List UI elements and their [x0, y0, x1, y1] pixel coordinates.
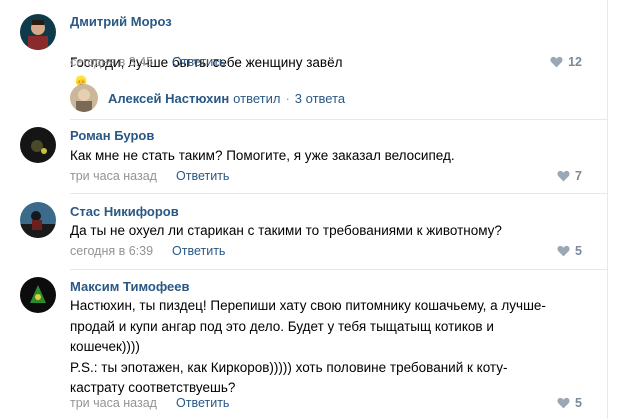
comment-author[interactable]: Дмитрий Мороз: [70, 14, 172, 29]
reply-verb: ответил: [233, 90, 281, 106]
avatar[interactable]: [20, 127, 56, 163]
comment-author[interactable]: Стас Никифоров: [70, 204, 179, 219]
reply-button[interactable]: Ответить: [176, 169, 229, 183]
like-count: 7: [575, 169, 582, 183]
comment-text: Настюхин, ты пиздец! Перепиши хату свою …: [70, 298, 546, 395]
replies-count-link[interactable]: 3 ответа: [295, 91, 345, 106]
reply-button[interactable]: Ответить: [172, 55, 225, 69]
avatar[interactable]: [20, 277, 56, 313]
heart-icon: [557, 170, 570, 182]
reply-button[interactable]: Ответить: [172, 244, 225, 258]
heart-icon: [557, 397, 570, 409]
right-border: [607, 0, 608, 419]
like-button[interactable]: 5: [557, 396, 582, 410]
reply-button[interactable]: Ответить: [176, 396, 229, 410]
comment-author[interactable]: Роман Буров: [70, 128, 154, 143]
comment-date[interactable]: сегодня в 3:45: [70, 55, 153, 69]
separator: ·: [285, 90, 290, 106]
replies-thread[interactable]: Алексей Настюхин ответил · 3 ответа: [70, 84, 345, 112]
like-button[interactable]: 5: [557, 244, 582, 258]
like-count: 5: [575, 396, 582, 410]
avatar[interactable]: [20, 14, 56, 50]
comment-text: Да ты не охуел ли старикан с такими то т…: [70, 223, 502, 238]
like-button[interactable]: 7: [557, 169, 582, 183]
like-count: 12: [568, 55, 582, 69]
divider: [70, 119, 608, 120]
like-button[interactable]: 12: [550, 55, 582, 69]
comment-text: Как мне не стать таким? Помогите, я уже …: [70, 148, 455, 163]
heart-icon: [557, 245, 570, 257]
divider: [70, 269, 608, 270]
heart-icon: [550, 56, 563, 68]
comment-date[interactable]: сегодня в 6:39: [70, 244, 153, 258]
divider: [70, 193, 608, 194]
reply-author[interactable]: Алексей Настюхин: [108, 91, 229, 106]
comment-date[interactable]: три часа назад: [70, 396, 157, 410]
like-count: 5: [575, 244, 582, 258]
comment-date[interactable]: три часа назад: [70, 169, 157, 183]
avatar[interactable]: [20, 202, 56, 238]
avatar[interactable]: [70, 84, 98, 112]
comment-author[interactable]: Максим Тимофеев: [70, 279, 189, 294]
